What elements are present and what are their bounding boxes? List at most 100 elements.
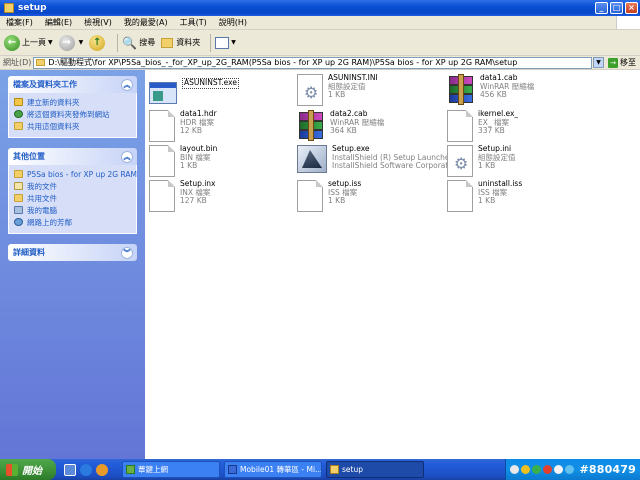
menu-bar: 檔案(F) 編輯(E) 檢視(V) 我的最愛(A) 工具(T) 說明(H) [0, 16, 640, 30]
file-item[interactable]: Setup.inx INX 檔案 127 KB [149, 180, 299, 220]
task-label: 建立新的資料夾 [27, 97, 80, 107]
chevron-down-icon: ▼ [48, 39, 53, 46]
file-item[interactable]: Setup.exe InstallShield (R) Setup Launch… [297, 145, 457, 185]
toolbar: ← 上一頁 ▼ → ▼ ↑ 🔍 搜尋 資料夾 ▼ [0, 30, 640, 56]
file-item[interactable]: ASUNINST.INI 組態設定值 1 KB [297, 74, 447, 114]
start-label: 開始 [22, 466, 42, 477]
taskbar-item[interactable]: 蕈鍵上網 [122, 461, 220, 478]
taskbar-item-active[interactable]: setup [326, 461, 424, 478]
place-my-computer[interactable]: 我的電腦 [14, 204, 131, 216]
address-input[interactable]: D:\驅動程式\for XP\P5Sa_bios_-_for_XP_up_2G_… [33, 56, 592, 69]
details-panel-header[interactable]: 詳細資料 ︾ [8, 244, 137, 261]
file-size: 337 KB [478, 126, 505, 135]
folder-icon [14, 170, 23, 178]
go-button[interactable]: → 移至 [604, 57, 640, 68]
network-icon[interactable] [532, 465, 542, 474]
tray-icon[interactable] [510, 465, 520, 474]
place-label: 共用文件 [27, 193, 57, 203]
folders-label: 資料夾 [176, 38, 201, 47]
place-my-documents[interactable]: 我的文件 [14, 180, 131, 192]
task-publish-web[interactable]: 將這個資料夾發佈到網站 [14, 108, 131, 120]
place-label: P5Sa bios - for XP up 2G RAM [27, 169, 137, 179]
address-dropdown-button[interactable]: ▼ [593, 57, 604, 68]
file-item[interactable]: data1.cab WinRAR 壓縮檔 456 KB [447, 74, 597, 114]
file-company: InstallShield Software Corporation [332, 161, 457, 170]
file-icon [447, 110, 473, 142]
up-button[interactable]: ↑ [89, 34, 107, 51]
maximize-button[interactable]: □ [610, 2, 623, 14]
watermark: #880479 [579, 463, 636, 476]
address-value: D:\驅動程式\for XP\P5Sa_bios_-_for_XP_up_2G_… [48, 58, 518, 67]
details-panel: 詳細資料 ︾ [8, 244, 137, 261]
ie-icon[interactable] [80, 463, 92, 476]
place-shared-documents[interactable]: 共用文件 [14, 192, 131, 204]
minimize-button[interactable]: _ [595, 2, 608, 14]
rar-icon [447, 74, 475, 106]
file-item[interactable]: ikernel.ex_ EX_ 檔案 337 KB [447, 110, 597, 150]
tasks-panel-title: 檔案及資料夾工作 [13, 80, 77, 89]
new-folder-icon [14, 98, 23, 106]
share-folder-icon [14, 122, 23, 130]
taskbar-item[interactable]: Mobile01 轉華區 - Mi... [224, 461, 322, 478]
folders-button[interactable]: 資料夾 [161, 37, 200, 48]
toolbar-divider [210, 33, 212, 52]
tray-icon[interactable] [565, 465, 575, 474]
places-panel-body: P5Sa bios - for XP up 2G RAM 我的文件 共用文件 我… [8, 165, 137, 234]
taskbar: 開始 蕈鍵上網 Mobile01 轉華區 - Mi... setup #8804… [0, 459, 640, 480]
show-desktop-icon[interactable] [64, 463, 76, 476]
menu-tools[interactable]: 工具(T) [174, 17, 213, 28]
file-icon [297, 180, 323, 212]
places-panel-header[interactable]: 其他位置 ︽ [8, 148, 137, 165]
browser-window-icon [228, 465, 237, 474]
file-item[interactable]: setup.iss ISS 檔案 1 KB [297, 180, 447, 220]
firefox-icon[interactable] [96, 463, 108, 476]
file-item[interactable]: data2.cab WinRAR 壓縮檔 364 KB [297, 110, 447, 150]
file-name: ASUNINST.exe [182, 78, 239, 89]
file-item[interactable]: data1.hdr HDR 檔案 12 KB [149, 110, 299, 150]
menu-help[interactable]: 說明(H) [213, 17, 253, 28]
search-button[interactable]: 🔍 搜尋 [122, 36, 155, 50]
file-size: 1 KB [478, 161, 496, 170]
taskbar-item-label: 蕈鍵上網 [138, 465, 168, 474]
task-share-folder[interactable]: 共用這個資料夾 [14, 120, 131, 132]
windows-flag-icon [6, 463, 18, 476]
quick-launch [64, 463, 112, 476]
menu-favorites[interactable]: 我的最愛(A) [118, 17, 174, 28]
file-size: 456 KB [480, 90, 507, 99]
menu-file[interactable]: 檔案(F) [0, 17, 39, 28]
place-network[interactable]: 網路上的芳鄰 [14, 216, 131, 228]
file-icon [149, 180, 175, 212]
file-item[interactable]: uninstall.iss ISS 檔案 1 KB [447, 180, 597, 220]
views-button[interactable]: ▼ [215, 36, 236, 49]
folder-icon [330, 465, 339, 474]
menu-view[interactable]: 檢視(V) [78, 17, 118, 28]
forward-arrow-icon: → [58, 34, 75, 51]
file-item[interactable]: layout.bin BIN 檔案 1 KB [149, 145, 299, 185]
collapse-icon[interactable]: ︽ [121, 150, 133, 163]
place-parent-folder[interactable]: P5Sa bios - for XP up 2G RAM [14, 168, 137, 180]
folder-icon [4, 3, 14, 13]
forward-button[interactable]: → ▼ [58, 34, 83, 51]
up-folder-icon: ↑ [89, 34, 106, 51]
places-panel-title: 其他位置 [13, 152, 45, 161]
task-pane: 檔案及資料夾工作 ︽ 建立新的資料夾 將這個資料夾發佈到網站 共用這個資料夾 其… [0, 70, 145, 459]
collapse-icon[interactable]: ︽ [121, 78, 133, 91]
file-size: 1 KB [478, 196, 496, 205]
title-bar[interactable]: setup _ □ × [0, 0, 640, 16]
start-button[interactable]: 開始 [0, 459, 56, 480]
file-icon [149, 110, 175, 142]
window-icon [149, 82, 177, 104]
antivirus-icon[interactable] [543, 465, 553, 474]
go-label: 移至 [620, 58, 636, 67]
tasks-panel-header[interactable]: 檔案及資料夾工作 ︽ [8, 76, 137, 93]
close-button[interactable]: × [625, 2, 638, 14]
back-button[interactable]: ← 上一頁 ▼ [4, 34, 53, 51]
back-label: 上一頁 [22, 38, 46, 47]
task-new-folder[interactable]: 建立新的資料夾 [14, 96, 131, 108]
expand-icon[interactable]: ︾ [121, 246, 133, 259]
file-item[interactable]: Setup.ini 組態設定值 1 KB [447, 145, 597, 185]
menu-edit[interactable]: 編輯(E) [39, 17, 78, 28]
shield-icon[interactable] [521, 465, 531, 474]
volume-icon[interactable] [554, 465, 564, 474]
file-icon [447, 180, 473, 212]
